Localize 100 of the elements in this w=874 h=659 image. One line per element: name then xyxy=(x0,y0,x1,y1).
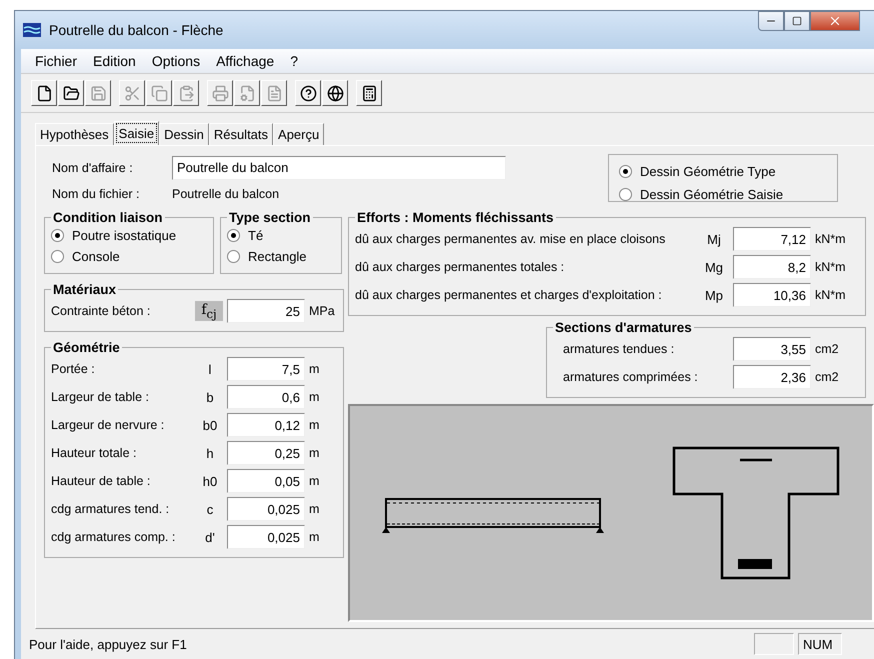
symbol-label: Mg xyxy=(704,260,724,274)
app-icon xyxy=(23,23,41,37)
window-title: Poutrelle du balcon - Flèche xyxy=(49,22,224,38)
unit-label: kN*m xyxy=(815,232,847,246)
group-title: Condition liaison xyxy=(52,210,164,225)
input-field[interactable]: 0,05 xyxy=(227,469,305,493)
unit-label: kN*m xyxy=(815,260,847,274)
radio-option[interactable]: Rectangle xyxy=(227,246,335,267)
field-label: Nom d'affaire : xyxy=(52,160,134,174)
maximize-icon xyxy=(792,16,802,26)
field-label: cdg armatures tend. : xyxy=(51,502,170,516)
symbol-label: h0 xyxy=(202,474,218,488)
symbol-label: b0 xyxy=(202,418,218,432)
field-label: Nom du fichier : xyxy=(52,186,141,200)
field-label: armatures comprimées : xyxy=(562,370,699,384)
field-label: Portée : xyxy=(51,362,96,376)
radio-option[interactable]: Té xyxy=(227,225,335,246)
group-title: Sections d'armatures xyxy=(554,320,693,335)
symbol-label: b xyxy=(206,390,214,404)
radio-button[interactable] xyxy=(619,188,632,201)
status-pane xyxy=(754,633,794,655)
tab[interactable]: Hypothèses xyxy=(35,123,114,145)
tab[interactable]: Aperçu xyxy=(273,123,324,145)
symbol-label: d' xyxy=(205,530,215,544)
cut-icon xyxy=(124,84,140,102)
paste-icon xyxy=(178,84,194,102)
tab[interactable]: Résultats xyxy=(208,123,274,145)
new-file-icon xyxy=(36,84,52,102)
symbol-label: l xyxy=(208,362,212,376)
group-title: Géométrie xyxy=(52,340,121,355)
radio-label[interactable]: Poutre isostatique xyxy=(72,228,176,243)
input-field[interactable]: 25 xyxy=(227,299,305,323)
copy-icon xyxy=(150,84,168,102)
radio-button[interactable] xyxy=(51,229,64,242)
symbol-label: f$_{cj}$ xyxy=(195,300,223,322)
status-pane: NUM xyxy=(798,633,842,655)
open-folder-icon xyxy=(62,84,80,102)
menu-item[interactable]: Options xyxy=(146,51,206,71)
status-text: Pour l'aide, appuyez sur F1 xyxy=(29,636,188,652)
unit-label: kN*m xyxy=(815,288,847,302)
maximize-button[interactable] xyxy=(784,11,810,31)
minimize-button[interactable] xyxy=(758,11,784,31)
field-label: Contrainte béton : xyxy=(51,304,152,318)
input-field[interactable]: 3,55 xyxy=(733,337,811,361)
file-name: Poutrelle du balcon xyxy=(172,186,280,200)
help-icon xyxy=(300,84,316,102)
unit-label: m xyxy=(309,502,320,516)
field-label: armatures tendues : xyxy=(562,342,676,356)
unit-label: MPa xyxy=(309,304,336,318)
radio-option[interactable]: Dessin Géométrie Type xyxy=(619,161,827,182)
input-field[interactable]: 8,2 xyxy=(733,255,811,279)
radio-option[interactable]: Dessin Géométrie Saisie xyxy=(619,184,827,205)
field-label: Hauteur de table : xyxy=(51,474,152,488)
input-field[interactable]: 0,025 xyxy=(227,525,305,549)
tab[interactable]: Saisie xyxy=(114,121,160,145)
menu-item[interactable]: ? xyxy=(284,51,304,71)
radio-label[interactable]: Console xyxy=(72,249,120,264)
toolbar-button[interactable] xyxy=(58,80,84,106)
close-icon xyxy=(828,14,842,28)
globe-icon xyxy=(326,84,344,102)
radio-label[interactable]: Rectangle xyxy=(248,249,307,264)
print-icon xyxy=(212,84,228,102)
toolbar-button[interactable] xyxy=(295,80,321,106)
unit-label: cm2 xyxy=(815,370,840,384)
input-field[interactable]: 7,5 xyxy=(227,357,305,381)
radio-button[interactable] xyxy=(227,229,240,242)
group-title: Efforts : Moments fléchissants xyxy=(356,210,555,225)
tab[interactable]: Dessin xyxy=(159,123,209,145)
input-field[interactable]: 0,6 xyxy=(227,385,305,409)
input-field[interactable]: Poutrelle du balcon xyxy=(172,156,506,180)
radio-label[interactable]: Dessin Géométrie Type xyxy=(640,164,776,179)
radio-button[interactable] xyxy=(51,250,64,263)
radio-label[interactable]: Dessin Géométrie Saisie xyxy=(640,187,784,202)
toolbar-button[interactable] xyxy=(322,80,348,106)
radio-button[interactable] xyxy=(227,250,240,263)
input-field[interactable]: 0,25 xyxy=(227,441,305,465)
input-field[interactable]: 7,12 xyxy=(733,227,811,251)
toolbar-button[interactable] xyxy=(31,80,57,106)
field-label: dû aux charges permanentes totales : xyxy=(355,260,566,274)
symbol-label: c xyxy=(206,502,214,516)
menu-item[interactable]: Edition xyxy=(87,51,142,71)
calculator-icon xyxy=(360,84,378,102)
document-icon xyxy=(266,84,282,102)
radio-label[interactable]: Té xyxy=(248,228,264,243)
unit-label: m xyxy=(309,446,320,460)
radio-option[interactable]: Poutre isostatique xyxy=(51,225,207,246)
input-field[interactable]: 0,025 xyxy=(227,497,305,521)
input-field[interactable]: 0,12 xyxy=(227,413,305,437)
unit-label: m xyxy=(309,530,320,544)
close-button[interactable] xyxy=(810,11,860,31)
symbol-label: Mp xyxy=(704,288,724,302)
input-field[interactable]: 2,36 xyxy=(733,365,811,389)
radio-option[interactable]: Console xyxy=(51,246,207,267)
radio-button[interactable] xyxy=(619,165,632,178)
symbol-label: Mj xyxy=(707,232,721,246)
toolbar-button[interactable] xyxy=(356,80,382,106)
menu-item[interactable]: Fichier xyxy=(29,51,84,71)
field-label: Largeur de nervure : xyxy=(51,418,166,432)
menu-item[interactable]: Affichage xyxy=(210,51,280,71)
input-field[interactable]: 10,36 xyxy=(733,283,811,307)
